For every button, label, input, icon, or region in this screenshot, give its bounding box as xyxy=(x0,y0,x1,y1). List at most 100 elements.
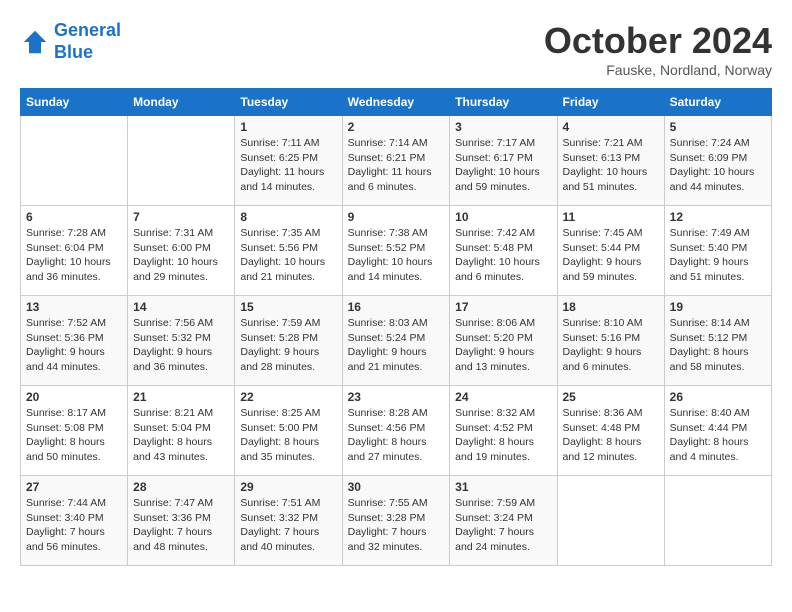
logo-text: General Blue xyxy=(54,20,121,63)
title-block: October 2024 Fauske, Nordland, Norway xyxy=(544,20,772,78)
day-number: 24 xyxy=(455,390,551,404)
calendar-cell: 7Sunrise: 7:31 AM Sunset: 6:00 PM Daylig… xyxy=(128,206,235,296)
day-number: 9 xyxy=(348,210,445,224)
calendar-cell: 14 Sunrise: 7:56 AM Sunset: 5:32 PM Dayli… xyxy=(128,296,235,386)
location-subtitle: Fauske, Nordland, Norway xyxy=(544,62,772,78)
calendar-cell: 24Sunrise: 8:32 AM Sunset: 4:52 PM Dayli… xyxy=(450,386,557,476)
calendar-cell xyxy=(21,116,128,206)
calendar-cell: 11 Sunrise: 7:45 AM Sunset: 5:44 PM Dayli… xyxy=(557,206,664,296)
day-number: 6 xyxy=(26,210,122,224)
calendar-cell: 5Sunrise: 7:24 AM Sunset: 6:09 PM Daylig… xyxy=(664,116,771,206)
calendar-week-row: 20 Sunrise: 8:17 AM Sunset: 5:08 PM Dayli… xyxy=(21,386,772,476)
day-info: Sunrise: 7:17 AM Sunset: 6:17 PM Dayligh… xyxy=(455,136,551,195)
day-of-week-header: Saturday xyxy=(664,89,771,116)
day-info: Sunrise: 7:55 AM Sunset: 3:28 PM Dayligh… xyxy=(348,496,445,555)
calendar-cell: 9 Sunrise: 7:38 AM Sunset: 5:52 PM Daylig… xyxy=(342,206,450,296)
logo: General Blue xyxy=(20,20,121,63)
day-number: 26 xyxy=(670,390,766,404)
day-info: Sunrise: 8:40 AM Sunset: 4:44 PM Dayligh… xyxy=(670,406,766,465)
day-number: 2 xyxy=(348,120,445,134)
calendar-week-row: 6 Sunrise: 7:28 AM Sunset: 6:04 PM Daylig… xyxy=(21,206,772,296)
day-info: Sunrise: 7:42 AM Sunset: 5:48 PM Dayligh… xyxy=(455,226,551,285)
calendar-cell: 18 Sunrise: 8:10 AM Sunset: 5:16 PM Dayli… xyxy=(557,296,664,386)
day-number: 25 xyxy=(563,390,659,404)
day-info: Sunrise: 8:36 AM Sunset: 4:48 PM Dayligh… xyxy=(563,406,659,465)
day-number: 20 xyxy=(26,390,122,404)
calendar-cell: 19Sunrise: 8:14 AM Sunset: 5:12 PM Dayli… xyxy=(664,296,771,386)
day-info: Sunrise: 7:28 AM Sunset: 6:04 PM Dayligh… xyxy=(26,226,122,285)
calendar-cell xyxy=(664,476,771,566)
calendar-cell: 25 Sunrise: 8:36 AM Sunset: 4:48 PM Dayli… xyxy=(557,386,664,476)
month-title: October 2024 xyxy=(544,20,772,62)
day-info: Sunrise: 7:52 AM Sunset: 5:36 PM Dayligh… xyxy=(26,316,122,375)
day-number: 15 xyxy=(240,300,336,314)
day-info: Sunrise: 8:03 AM Sunset: 5:24 PM Dayligh… xyxy=(348,316,445,375)
day-info: Sunrise: 7:11 AM Sunset: 6:25 PM Dayligh… xyxy=(240,136,336,195)
calendar-cell xyxy=(557,476,664,566)
day-info: Sunrise: 8:25 AM Sunset: 5:00 PM Dayligh… xyxy=(240,406,336,465)
calendar-cell: 3 Sunrise: 7:17 AM Sunset: 6:17 PM Daylig… xyxy=(450,116,557,206)
day-number: 1 xyxy=(240,120,336,134)
calendar-body: 1 Sunrise: 7:11 AM Sunset: 6:25 PM Daylig… xyxy=(21,116,772,566)
page-header: General Blue October 2024 Fauske, Nordla… xyxy=(20,20,772,78)
calendar-cell: 28 Sunrise: 7:47 AM Sunset: 3:36 PM Dayli… xyxy=(128,476,235,566)
day-number: 22 xyxy=(240,390,336,404)
calendar-table: SundayMondayTuesdayWednesdayThursdayFrid… xyxy=(20,88,772,566)
calendar-cell: 30 Sunrise: 7:55 AM Sunset: 3:28 PM Dayli… xyxy=(342,476,450,566)
calendar-header-row: SundayMondayTuesdayWednesdayThursdayFrid… xyxy=(21,89,772,116)
day-info: Sunrise: 8:17 AM Sunset: 5:08 PM Dayligh… xyxy=(26,406,122,465)
day-number: 7 xyxy=(133,210,229,224)
day-info: Sunrise: 7:21 AM Sunset: 6:13 PM Dayligh… xyxy=(563,136,659,195)
day-info: Sunrise: 8:28 AM Sunset: 4:56 PM Dayligh… xyxy=(348,406,445,465)
day-of-week-header: Thursday xyxy=(450,89,557,116)
calendar-cell: 29 Sunrise: 7:51 AM Sunset: 3:32 PM Dayli… xyxy=(235,476,342,566)
day-of-week-header: Sunday xyxy=(21,89,128,116)
day-number: 14 xyxy=(133,300,229,314)
day-number: 18 xyxy=(563,300,659,314)
day-number: 4 xyxy=(563,120,659,134)
day-info: Sunrise: 7:45 AM Sunset: 5:44 PM Dayligh… xyxy=(563,226,659,285)
calendar-cell: 31Sunrise: 7:59 AM Sunset: 3:24 PM Dayli… xyxy=(450,476,557,566)
calendar-cell: 12Sunrise: 7:49 AM Sunset: 5:40 PM Dayli… xyxy=(664,206,771,296)
day-number: 11 xyxy=(563,210,659,224)
day-info: Sunrise: 7:14 AM Sunset: 6:21 PM Dayligh… xyxy=(348,136,445,195)
logo-icon xyxy=(20,27,50,57)
day-info: Sunrise: 7:24 AM Sunset: 6:09 PM Dayligh… xyxy=(670,136,766,195)
calendar-cell: 8 Sunrise: 7:35 AM Sunset: 5:56 PM Daylig… xyxy=(235,206,342,296)
calendar-week-row: 1 Sunrise: 7:11 AM Sunset: 6:25 PM Daylig… xyxy=(21,116,772,206)
day-number: 28 xyxy=(133,480,229,494)
day-info: Sunrise: 7:56 AM Sunset: 5:32 PM Dayligh… xyxy=(133,316,229,375)
day-number: 3 xyxy=(455,120,551,134)
day-info: Sunrise: 7:59 AM Sunset: 5:28 PM Dayligh… xyxy=(240,316,336,375)
calendar-cell: 1 Sunrise: 7:11 AM Sunset: 6:25 PM Daylig… xyxy=(235,116,342,206)
calendar-cell: 15 Sunrise: 7:59 AM Sunset: 5:28 PM Dayli… xyxy=(235,296,342,386)
calendar-cell: 27Sunrise: 7:44 AM Sunset: 3:40 PM Dayli… xyxy=(21,476,128,566)
calendar-cell: 16 Sunrise: 8:03 AM Sunset: 5:24 PM Dayli… xyxy=(342,296,450,386)
day-number: 12 xyxy=(670,210,766,224)
day-info: Sunrise: 7:51 AM Sunset: 3:32 PM Dayligh… xyxy=(240,496,336,555)
calendar-cell: 26 Sunrise: 8:40 AM Sunset: 4:44 PM Dayli… xyxy=(664,386,771,476)
day-info: Sunrise: 8:10 AM Sunset: 5:16 PM Dayligh… xyxy=(563,316,659,375)
day-info: Sunrise: 7:47 AM Sunset: 3:36 PM Dayligh… xyxy=(133,496,229,555)
day-info: Sunrise: 8:21 AM Sunset: 5:04 PM Dayligh… xyxy=(133,406,229,465)
day-info: Sunrise: 7:38 AM Sunset: 5:52 PM Dayligh… xyxy=(348,226,445,285)
calendar-cell: 17Sunrise: 8:06 AM Sunset: 5:20 PM Dayli… xyxy=(450,296,557,386)
day-number: 30 xyxy=(348,480,445,494)
calendar-cell: 22 Sunrise: 8:25 AM Sunset: 5:00 PM Dayli… xyxy=(235,386,342,476)
calendar-cell: 13Sunrise: 7:52 AM Sunset: 5:36 PM Dayli… xyxy=(21,296,128,386)
calendar-cell: 4 Sunrise: 7:21 AM Sunset: 6:13 PM Daylig… xyxy=(557,116,664,206)
day-info: Sunrise: 8:14 AM Sunset: 5:12 PM Dayligh… xyxy=(670,316,766,375)
day-info: Sunrise: 7:59 AM Sunset: 3:24 PM Dayligh… xyxy=(455,496,551,555)
calendar-cell xyxy=(128,116,235,206)
calendar-cell: 10Sunrise: 7:42 AM Sunset: 5:48 PM Dayli… xyxy=(450,206,557,296)
day-number: 29 xyxy=(240,480,336,494)
day-info: Sunrise: 7:35 AM Sunset: 5:56 PM Dayligh… xyxy=(240,226,336,285)
calendar-cell: 23Sunrise: 8:28 AM Sunset: 4:56 PM Dayli… xyxy=(342,386,450,476)
day-number: 17 xyxy=(455,300,551,314)
calendar-cell: 2 Sunrise: 7:14 AM Sunset: 6:21 PM Daylig… xyxy=(342,116,450,206)
day-number: 16 xyxy=(348,300,445,314)
day-info: Sunrise: 7:44 AM Sunset: 3:40 PM Dayligh… xyxy=(26,496,122,555)
day-number: 8 xyxy=(240,210,336,224)
calendar-week-row: 27Sunrise: 7:44 AM Sunset: 3:40 PM Dayli… xyxy=(21,476,772,566)
calendar-week-row: 13Sunrise: 7:52 AM Sunset: 5:36 PM Dayli… xyxy=(21,296,772,386)
